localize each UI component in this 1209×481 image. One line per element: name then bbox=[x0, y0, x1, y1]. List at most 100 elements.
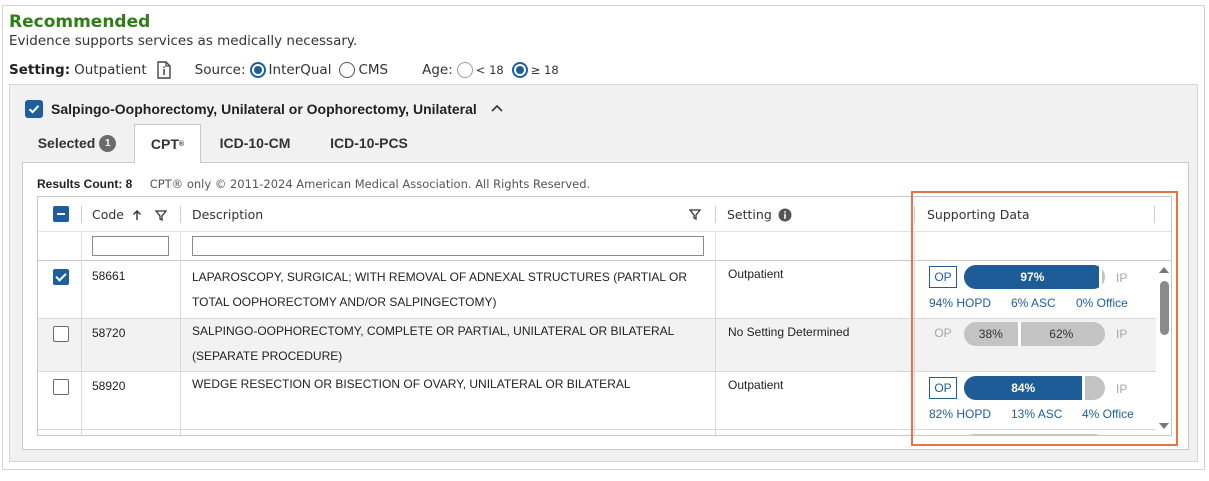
column-separator bbox=[715, 232, 716, 261]
column-separator bbox=[180, 206, 181, 223]
tab-icd-10-pcs-label: ICD-10-PCS bbox=[330, 135, 408, 151]
filter-icon[interactable] bbox=[689, 208, 701, 220]
scroll-down-arrow-icon[interactable] bbox=[1159, 423, 1169, 429]
source-option-cms[interactable]: CMS bbox=[358, 62, 388, 78]
tab-selected-label: Selected bbox=[37, 135, 96, 151]
op-bar-segment: 38% bbox=[978, 327, 1003, 341]
hopd-percent: 82% HOPD bbox=[929, 407, 992, 421]
age-label: Age: bbox=[422, 62, 453, 78]
column-separator bbox=[81, 206, 82, 223]
copyright-notice: CPT® only © 2011-2024 American Medical A… bbox=[149, 177, 591, 191]
row-code: 58920 bbox=[92, 379, 126, 393]
setting-bar: Setting: Outpatient Source: InterQual CM… bbox=[9, 60, 567, 80]
op-badge: OP bbox=[929, 377, 957, 399]
ip-label: IP bbox=[1116, 382, 1128, 396]
document-info-icon[interactable] bbox=[156, 61, 171, 79]
recommendation-subtitle: Evidence supports services as medically … bbox=[9, 33, 358, 49]
asc-percent: 13% ASC bbox=[1011, 407, 1063, 421]
office-percent: 4% Office bbox=[1082, 407, 1134, 421]
bar-divider bbox=[1099, 265, 1103, 289]
op-bar-fill: 97% bbox=[964, 265, 1101, 289]
code-filter-input[interactable] bbox=[92, 236, 169, 256]
tab-selected[interactable]: Selected 1 bbox=[27, 124, 127, 162]
chevron-up-icon[interactable] bbox=[490, 102, 504, 114]
source-radio-cms[interactable] bbox=[339, 62, 356, 78]
tab-cpt-label: CPT bbox=[150, 136, 179, 152]
hopd-percent: 94% HOPD bbox=[929, 296, 992, 310]
table-row[interactable]: 58920 WEDGE RESECTION OR BISECTION OF OV… bbox=[38, 372, 1156, 430]
office-percent: 0% Office bbox=[1076, 296, 1128, 310]
column-description-header[interactable]: Description bbox=[192, 197, 263, 232]
op-badge: OP bbox=[929, 266, 957, 288]
age-option-under-18[interactable]: < 18 bbox=[476, 63, 504, 77]
ip-label: IP bbox=[1116, 327, 1128, 341]
scrollbar-thumb[interactable] bbox=[1160, 281, 1169, 335]
results-grid: Code Description Setting Supporting Data… bbox=[37, 196, 1172, 436]
ip-label: IP bbox=[1116, 271, 1128, 285]
row-description-line: TOTAL OOPHORECTOMY AND/OR SALPINGECTOMY) bbox=[192, 295, 497, 309]
tab-cpt[interactable]: CPT ® bbox=[134, 124, 201, 163]
age-option-18-plus[interactable]: ≥ 18 bbox=[531, 63, 559, 77]
source-radio-interqual[interactable] bbox=[249, 62, 266, 78]
selected-count-badge: 1 bbox=[99, 134, 117, 152]
bar-divider bbox=[1082, 376, 1086, 400]
ip-bar-segment: 62% bbox=[1049, 327, 1074, 341]
row-checkbox[interactable] bbox=[53, 379, 69, 395]
age-radio-18-plus[interactable] bbox=[511, 62, 528, 78]
row-code: 58720 bbox=[92, 326, 126, 340]
tab-icd-10-pcs[interactable]: ICD-10-PCS bbox=[315, 124, 423, 162]
grid-header: Code Description Setting Supporting Data bbox=[38, 197, 1171, 232]
column-separator bbox=[1154, 206, 1155, 223]
table-row[interactable]: 58661 LAPAROSCOPY, SURGICAL; WITH REMOVA… bbox=[38, 261, 1156, 319]
tab-icd-10-cm-label: ICD-10-CM bbox=[219, 135, 291, 151]
filter-icon[interactable] bbox=[155, 209, 168, 221]
age-radio-under-18[interactable] bbox=[456, 62, 473, 78]
source-option-interqual[interactable]: InterQual bbox=[269, 62, 332, 78]
table-row[interactable]: 58720 SALPINGO-OOPHORECTOMY, COMPLETE OR… bbox=[38, 319, 1156, 372]
scroll-up-arrow-icon[interactable] bbox=[1159, 267, 1169, 273]
row-setting: Outpatient bbox=[728, 378, 784, 392]
column-supporting-data-header[interactable]: Supporting Data bbox=[927, 197, 1030, 232]
description-filter-input[interactable] bbox=[192, 236, 704, 256]
row-description-line: WEDGE RESECTION OR BISECTION OF OVARY, U… bbox=[192, 377, 631, 391]
select-all-checkbox[interactable] bbox=[53, 206, 69, 222]
sort-ascending-icon[interactable] bbox=[131, 209, 143, 221]
column-setting-label: Setting bbox=[727, 207, 772, 222]
row-setting: No Setting Determined bbox=[728, 325, 850, 339]
row-checkbox[interactable] bbox=[53, 269, 69, 285]
row-setting: Outpatient bbox=[728, 267, 784, 281]
tab-cpt-registered-mark: ® bbox=[178, 140, 185, 148]
procedure-checkbox[interactable] bbox=[25, 100, 43, 118]
op-bar-fill: 84% bbox=[964, 376, 1083, 400]
recommendation-title: Recommended bbox=[9, 12, 151, 32]
tab-icd-10-cm[interactable]: ICD-10-CM bbox=[205, 124, 305, 162]
op-ip-bar: 38% 62% bbox=[964, 322, 1105, 346]
row-description: LAPAROSCOPY, SURGICAL; WITH REMOVAL OF A… bbox=[192, 265, 712, 315]
column-setting-header[interactable]: Setting bbox=[727, 197, 792, 232]
results-bar: Results Count: 8 CPT® only © 2011-2024 A… bbox=[37, 177, 590, 191]
op-ip-bar bbox=[964, 434, 1105, 435]
setting-value: Outpatient bbox=[74, 62, 147, 78]
row-description-line: (SEPARATE PROCEDURE) bbox=[192, 349, 343, 363]
op-ip-bar: 97% bbox=[964, 265, 1105, 289]
column-separator bbox=[914, 206, 915, 223]
column-separator bbox=[914, 232, 915, 261]
row-checkbox[interactable] bbox=[53, 326, 69, 342]
column-separator bbox=[180, 232, 181, 261]
row-description: WEDGE RESECTION OR BISECTION OF OVARY, U… bbox=[192, 372, 712, 397]
op-label: OP bbox=[934, 326, 952, 340]
setting-label: Setting: bbox=[9, 62, 71, 78]
table-row[interactable] bbox=[38, 430, 1156, 435]
row-description-line: LAPAROSCOPY, SURGICAL; WITH REMOVAL OF A… bbox=[192, 270, 687, 284]
results-count: Results Count: 8 bbox=[37, 177, 133, 191]
column-code-header[interactable]: Code bbox=[92, 197, 168, 232]
column-supporting-data-label: Supporting Data bbox=[927, 207, 1030, 222]
asc-percent: 6% ASC bbox=[1011, 296, 1056, 310]
row-code: 58661 bbox=[92, 269, 126, 283]
column-description-label: Description bbox=[192, 207, 264, 222]
info-icon[interactable] bbox=[778, 208, 792, 222]
column-code-label: Code bbox=[92, 207, 125, 222]
source-label: Source: bbox=[194, 62, 246, 78]
check-icon bbox=[28, 105, 40, 114]
column-separator bbox=[715, 206, 716, 223]
